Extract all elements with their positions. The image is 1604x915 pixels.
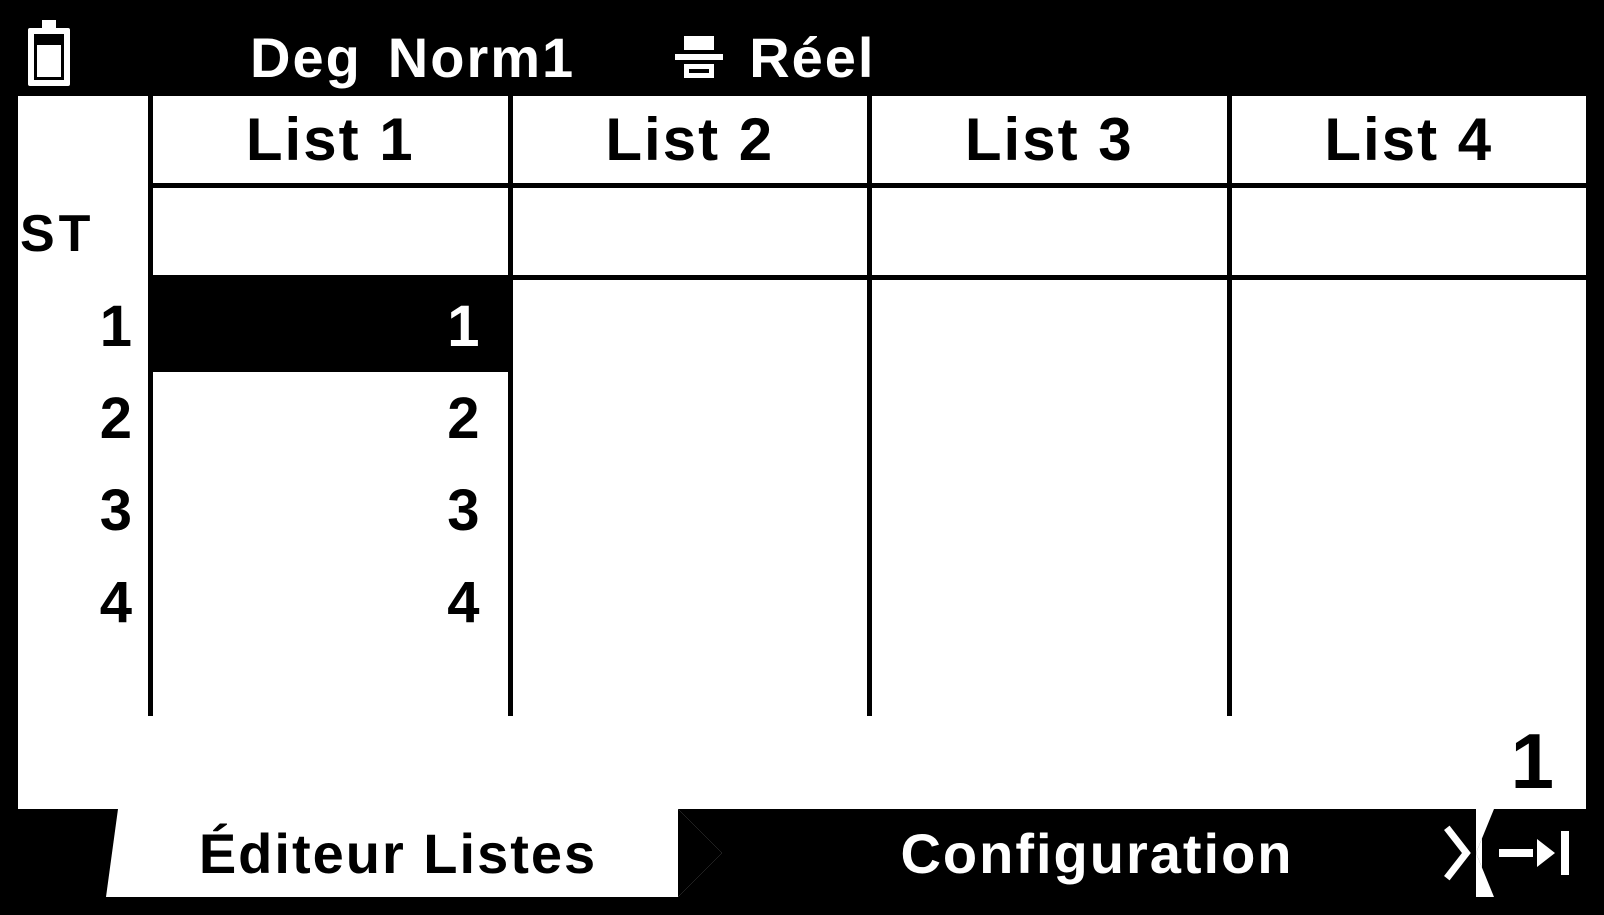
row-index: 3	[18, 464, 148, 556]
cell[interactable]	[1232, 280, 1587, 372]
sub-row-label: ST	[18, 188, 148, 280]
row-label-blank	[18, 96, 148, 188]
tab-config[interactable]: Configuration	[678, 809, 1476, 897]
battery-icon	[28, 28, 70, 86]
tab-editor-label: Éditeur Listes	[199, 821, 597, 886]
cell[interactable]	[872, 464, 1227, 556]
display-mode: Norm1	[388, 25, 575, 90]
tab-config-label: Configuration	[900, 821, 1293, 886]
column-sub[interactable]	[513, 188, 868, 280]
column-header[interactable]: List 3	[872, 96, 1227, 188]
status-modes: Deg Norm1	[250, 25, 575, 90]
arrow-right-end-icon	[1499, 831, 1569, 875]
column-header[interactable]: List 1	[153, 96, 508, 188]
screen-frame: Deg Norm1 Réel ST 1 2 3 4 List 1 1	[0, 0, 1604, 915]
tab-stub[interactable]	[18, 809, 118, 897]
status-bar: Deg Norm1 Réel	[18, 18, 1586, 96]
status-number-mode-group: Réel	[675, 25, 875, 90]
cell[interactable]	[513, 372, 868, 464]
cell[interactable]	[513, 556, 868, 648]
input-echo: 1	[1511, 716, 1556, 807]
cell[interactable]	[872, 372, 1227, 464]
cell[interactable]: 2	[153, 372, 508, 464]
cell[interactable]	[1232, 464, 1587, 556]
cell[interactable]	[513, 280, 868, 372]
column-header[interactable]: List 2	[513, 96, 868, 188]
row-index: 2	[18, 372, 148, 464]
bottom-tabs: Éditeur Listes Configuration	[18, 809, 1586, 897]
list-column-2[interactable]: List 2	[508, 96, 868, 716]
cell[interactable]	[1232, 372, 1587, 464]
tab-editor[interactable]: Éditeur Listes	[118, 809, 678, 897]
list-column-4[interactable]: List 4	[1227, 96, 1587, 716]
chevron-right-icon	[1440, 809, 1476, 897]
column-sub[interactable]	[1232, 188, 1587, 280]
cell[interactable]	[1232, 556, 1587, 648]
number-mode: Réel	[749, 25, 875, 90]
row-index: 1	[18, 280, 148, 372]
cell[interactable]: 1	[153, 280, 508, 372]
cell[interactable]	[513, 464, 868, 556]
cell[interactable]: 3	[153, 464, 508, 556]
cell[interactable]	[872, 556, 1227, 648]
column-header[interactable]: List 4	[1232, 96, 1587, 188]
column-sub[interactable]	[153, 188, 508, 280]
list-table: ST 1 2 3 4 List 1 1 2 3 4 List 2	[18, 96, 1586, 716]
row-labels: ST 1 2 3 4	[18, 96, 148, 648]
cell[interactable]	[872, 280, 1227, 372]
column-sub[interactable]	[872, 188, 1227, 280]
angle-mode: Deg	[250, 25, 362, 90]
row-index: 4	[18, 556, 148, 648]
fraction-icon	[675, 36, 723, 78]
list-column-3[interactable]: List 3	[867, 96, 1227, 716]
next-page-button[interactable]	[1476, 809, 1586, 897]
list-columns: List 1 1 2 3 4 List 2 List 3	[148, 96, 1586, 716]
cell[interactable]: 4	[153, 556, 508, 648]
list-column-1[interactable]: List 1 1 2 3 4	[148, 96, 508, 716]
